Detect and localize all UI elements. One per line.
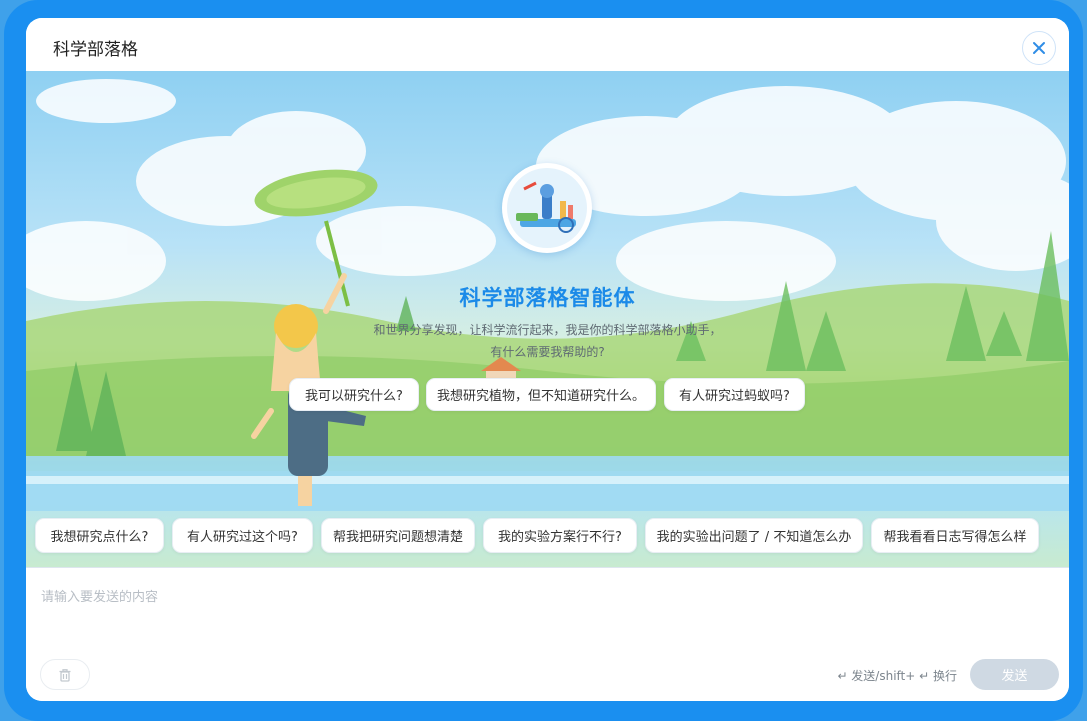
quick-action-6[interactable]: 帮我看看日志写得怎么样 bbox=[871, 518, 1039, 553]
send-button[interactable]: 发送 bbox=[970, 659, 1059, 690]
app-frame: 科学部落格 科学部落格智能体 和世界分享发现，让科学流行起来，我是你的科学部落格… bbox=[4, 0, 1083, 721]
quick-action-3[interactable]: 帮我把研究问题想清楚 bbox=[321, 518, 475, 553]
trash-icon bbox=[59, 668, 71, 682]
message-composer[interactable]: 请输入要发送的内容 ↵ 发送/shift+ ↵ 换行 发送 bbox=[26, 567, 1069, 701]
agent-intro-line2: 有什么需要我帮助的? bbox=[490, 345, 605, 359]
agent-intro-line1: 和世界分享发现，让科学流行起来，我是你的科学部落格小助手， bbox=[373, 323, 722, 337]
quick-action-5[interactable]: 我的实验出问题了 / 不知道怎么办 bbox=[645, 518, 863, 553]
agent-name: 科学部落格智能体 bbox=[459, 286, 636, 310]
keyboard-hint: ↵ 发送/shift+ ↵ 换行 bbox=[837, 669, 957, 683]
clear-button[interactable] bbox=[40, 659, 90, 690]
dialog-header: 科学部落格 bbox=[26, 18, 1069, 71]
agent-avatar bbox=[502, 163, 592, 253]
close-icon bbox=[1033, 42, 1045, 54]
welcome-panel: 科学部落格智能体 和世界分享发现，让科学流行起来，我是你的科学部落格小助手， 有… bbox=[26, 71, 1069, 567]
close-button[interactable] bbox=[1022, 31, 1056, 65]
quick-action-2[interactable]: 有人研究过这个吗? bbox=[172, 518, 313, 553]
quick-action-4[interactable]: 我的实验方案行不行? bbox=[483, 518, 637, 553]
suggestion-chip-1[interactable]: 我可以研究什么? bbox=[289, 378, 419, 411]
suggestion-chip-3[interactable]: 有人研究过蚂蚁吗? bbox=[664, 378, 805, 411]
quick-action-1[interactable]: 我想研究点什么? bbox=[35, 518, 164, 553]
dialog-title: 科学部落格 bbox=[53, 40, 138, 60]
suggestion-chip-2[interactable]: 我想研究植物，但不知道研究什么。 bbox=[426, 378, 656, 411]
agent-dialog: 科学部落格 科学部落格智能体 和世界分享发现，让科学流行起来，我是你的科学部落格… bbox=[26, 18, 1069, 701]
welcome-background: 科学部落格智能体 和世界分享发现，让科学流行起来，我是你的科学部落格小助手， 有… bbox=[26, 71, 1069, 567]
message-input[interactable]: 请输入要发送的内容 bbox=[41, 586, 158, 605]
science-lab-avatar-icon bbox=[507, 168, 587, 248]
